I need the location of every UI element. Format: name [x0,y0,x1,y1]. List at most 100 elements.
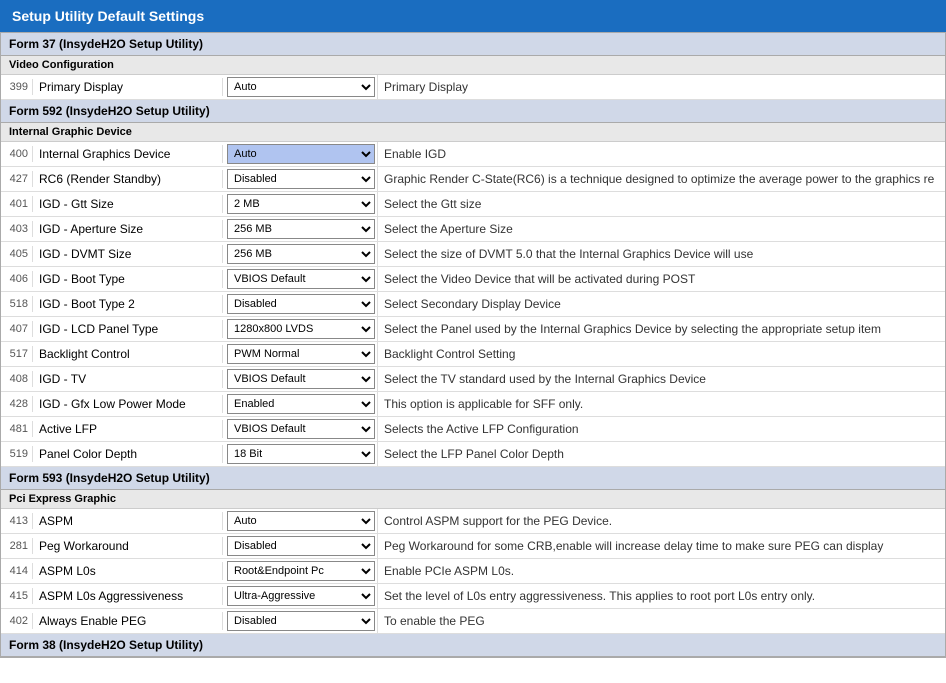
row-description: Select the Panel used by the Internal Gr… [378,320,945,338]
value-select[interactable]: Auto [227,77,375,97]
value-select[interactable]: 1280x800 LVDS [227,319,375,339]
row-value-cell: Ultra-Aggressive [223,584,378,608]
row-description: Selects the Active LFP Configuration [378,420,945,438]
table-row: 413ASPMAutoControl ASPM support for the … [1,509,945,534]
row-value-cell: VBIOS Default [223,367,378,391]
value-select[interactable]: Auto [227,511,375,531]
section-header: Video Configuration [1,56,945,75]
main-content: Form 37 (InsydeH2O Setup Utility)Video C… [0,32,946,658]
row-value-cell: Disabled [223,534,378,558]
value-select[interactable]: Disabled [227,294,375,314]
row-name: IGD - LCD Panel Type [33,320,223,338]
row-description: Select the LFP Panel Color Depth [378,445,945,463]
row-value-cell: 2 MB [223,192,378,216]
section-header: Internal Graphic Device [1,123,945,142]
value-select[interactable]: Disabled [227,611,375,631]
row-name: Internal Graphics Device [33,145,223,163]
row-value-cell: Auto [223,75,378,99]
value-select[interactable]: VBIOS Default [227,269,375,289]
table-row: 415ASPM L0s AggressivenessUltra-Aggressi… [1,584,945,609]
row-description: To enable the PEG [378,612,945,630]
row-id: 402 [1,613,33,629]
row-description: Enable PCIe ASPM L0s. [378,562,945,580]
row-description: Primary Display [378,78,945,96]
table-row: 399Primary DisplayAutoPrimary Display [1,75,945,100]
value-select[interactable]: 256 MB [227,244,375,264]
row-name: ASPM [33,512,223,530]
table-row: 407IGD - LCD Panel Type1280x800 LVDSSele… [1,317,945,342]
table-row: 481Active LFPVBIOS DefaultSelects the Ac… [1,417,945,442]
value-select[interactable]: PWM Normal [227,344,375,364]
table-row: 428IGD - Gfx Low Power ModeEnabledThis o… [1,392,945,417]
value-select[interactable]: Disabled [227,169,375,189]
value-select[interactable]: 256 MB [227,219,375,239]
value-select[interactable]: Enabled [227,394,375,414]
row-value-cell: Enabled [223,392,378,416]
row-name: IGD - DVMT Size [33,245,223,263]
table-row: 400Internal Graphics DeviceAutoEnable IG… [1,142,945,167]
row-description: Select the size of DVMT 5.0 that the Int… [378,245,945,263]
row-name: Backlight Control [33,345,223,363]
row-value-cell: 256 MB [223,242,378,266]
row-name: Always Enable PEG [33,612,223,630]
row-name: Primary Display [33,78,223,96]
row-id: 403 [1,221,33,237]
row-description: Select the Gtt size [378,195,945,213]
row-value-cell: Auto [223,142,378,166]
row-name: ASPM L0s Aggressiveness [33,587,223,605]
table-row: 517Backlight ControlPWM NormalBacklight … [1,342,945,367]
row-description: Select Secondary Display Device [378,295,945,313]
row-value-cell: Disabled [223,167,378,191]
table-row: 405IGD - DVMT Size256 MBSelect the size … [1,242,945,267]
row-id: 415 [1,588,33,604]
value-select[interactable]: VBIOS Default [227,369,375,389]
row-description: Peg Workaround for some CRB,enable will … [378,537,945,555]
form-header-form593: Form 593 (InsydeH2O Setup Utility) [1,467,945,490]
row-name: IGD - Gfx Low Power Mode [33,395,223,413]
row-id: 399 [1,79,33,95]
row-id: 519 [1,446,33,462]
form-header-form37: Form 37 (InsydeH2O Setup Utility) [1,33,945,56]
table-row: 519Panel Color Depth18 BitSelect the LFP… [1,442,945,467]
row-id: 407 [1,321,33,337]
row-value-cell: Auto [223,509,378,533]
table-row: 414ASPM L0sRoot&Endpoint PcEnable PCIe A… [1,559,945,584]
row-id: 414 [1,563,33,579]
row-description: Backlight Control Setting [378,345,945,363]
row-value-cell: VBIOS Default [223,417,378,441]
row-name: ASPM L0s [33,562,223,580]
value-select[interactable]: Disabled [227,536,375,556]
value-select[interactable]: 2 MB [227,194,375,214]
row-id: 481 [1,421,33,437]
form-header-form38: Form 38 (InsydeH2O Setup Utility) [1,634,945,657]
value-select[interactable]: 18 Bit [227,444,375,464]
section-header: Pci Express Graphic [1,490,945,509]
row-value-cell: 256 MB [223,217,378,241]
value-select[interactable]: Ultra-Aggressive [227,586,375,606]
row-id: 413 [1,513,33,529]
row-description: Control ASPM support for the PEG Device. [378,512,945,530]
row-description: Select the Video Device that will be act… [378,270,945,288]
page-title: Setup Utility Default Settings [0,0,946,32]
row-id: 518 [1,296,33,312]
table-row: 401IGD - Gtt Size2 MBSelect the Gtt size [1,192,945,217]
row-description: Select the TV standard used by the Inter… [378,370,945,388]
row-description: Graphic Render C-State(RC6) is a techniq… [378,170,945,188]
value-select[interactable]: Root&Endpoint Pc [227,561,375,581]
value-select[interactable]: VBIOS Default [227,419,375,439]
row-value-cell: Root&Endpoint Pc [223,559,378,583]
value-select[interactable]: Auto [227,144,375,164]
row-description: This option is applicable for SFF only. [378,395,945,413]
row-name: Active LFP [33,420,223,438]
row-name: IGD - TV [33,370,223,388]
row-value-cell: VBIOS Default [223,267,378,291]
row-description: Enable IGD [378,145,945,163]
row-name: IGD - Boot Type 2 [33,295,223,313]
table-row: 408IGD - TVVBIOS DefaultSelect the TV st… [1,367,945,392]
row-name: IGD - Boot Type [33,270,223,288]
row-description: Set the level of L0s entry aggressivenes… [378,587,945,605]
table-row: 281Peg WorkaroundDisabledPeg Workaround … [1,534,945,559]
row-id: 517 [1,346,33,362]
row-id: 428 [1,396,33,412]
row-id: 401 [1,196,33,212]
